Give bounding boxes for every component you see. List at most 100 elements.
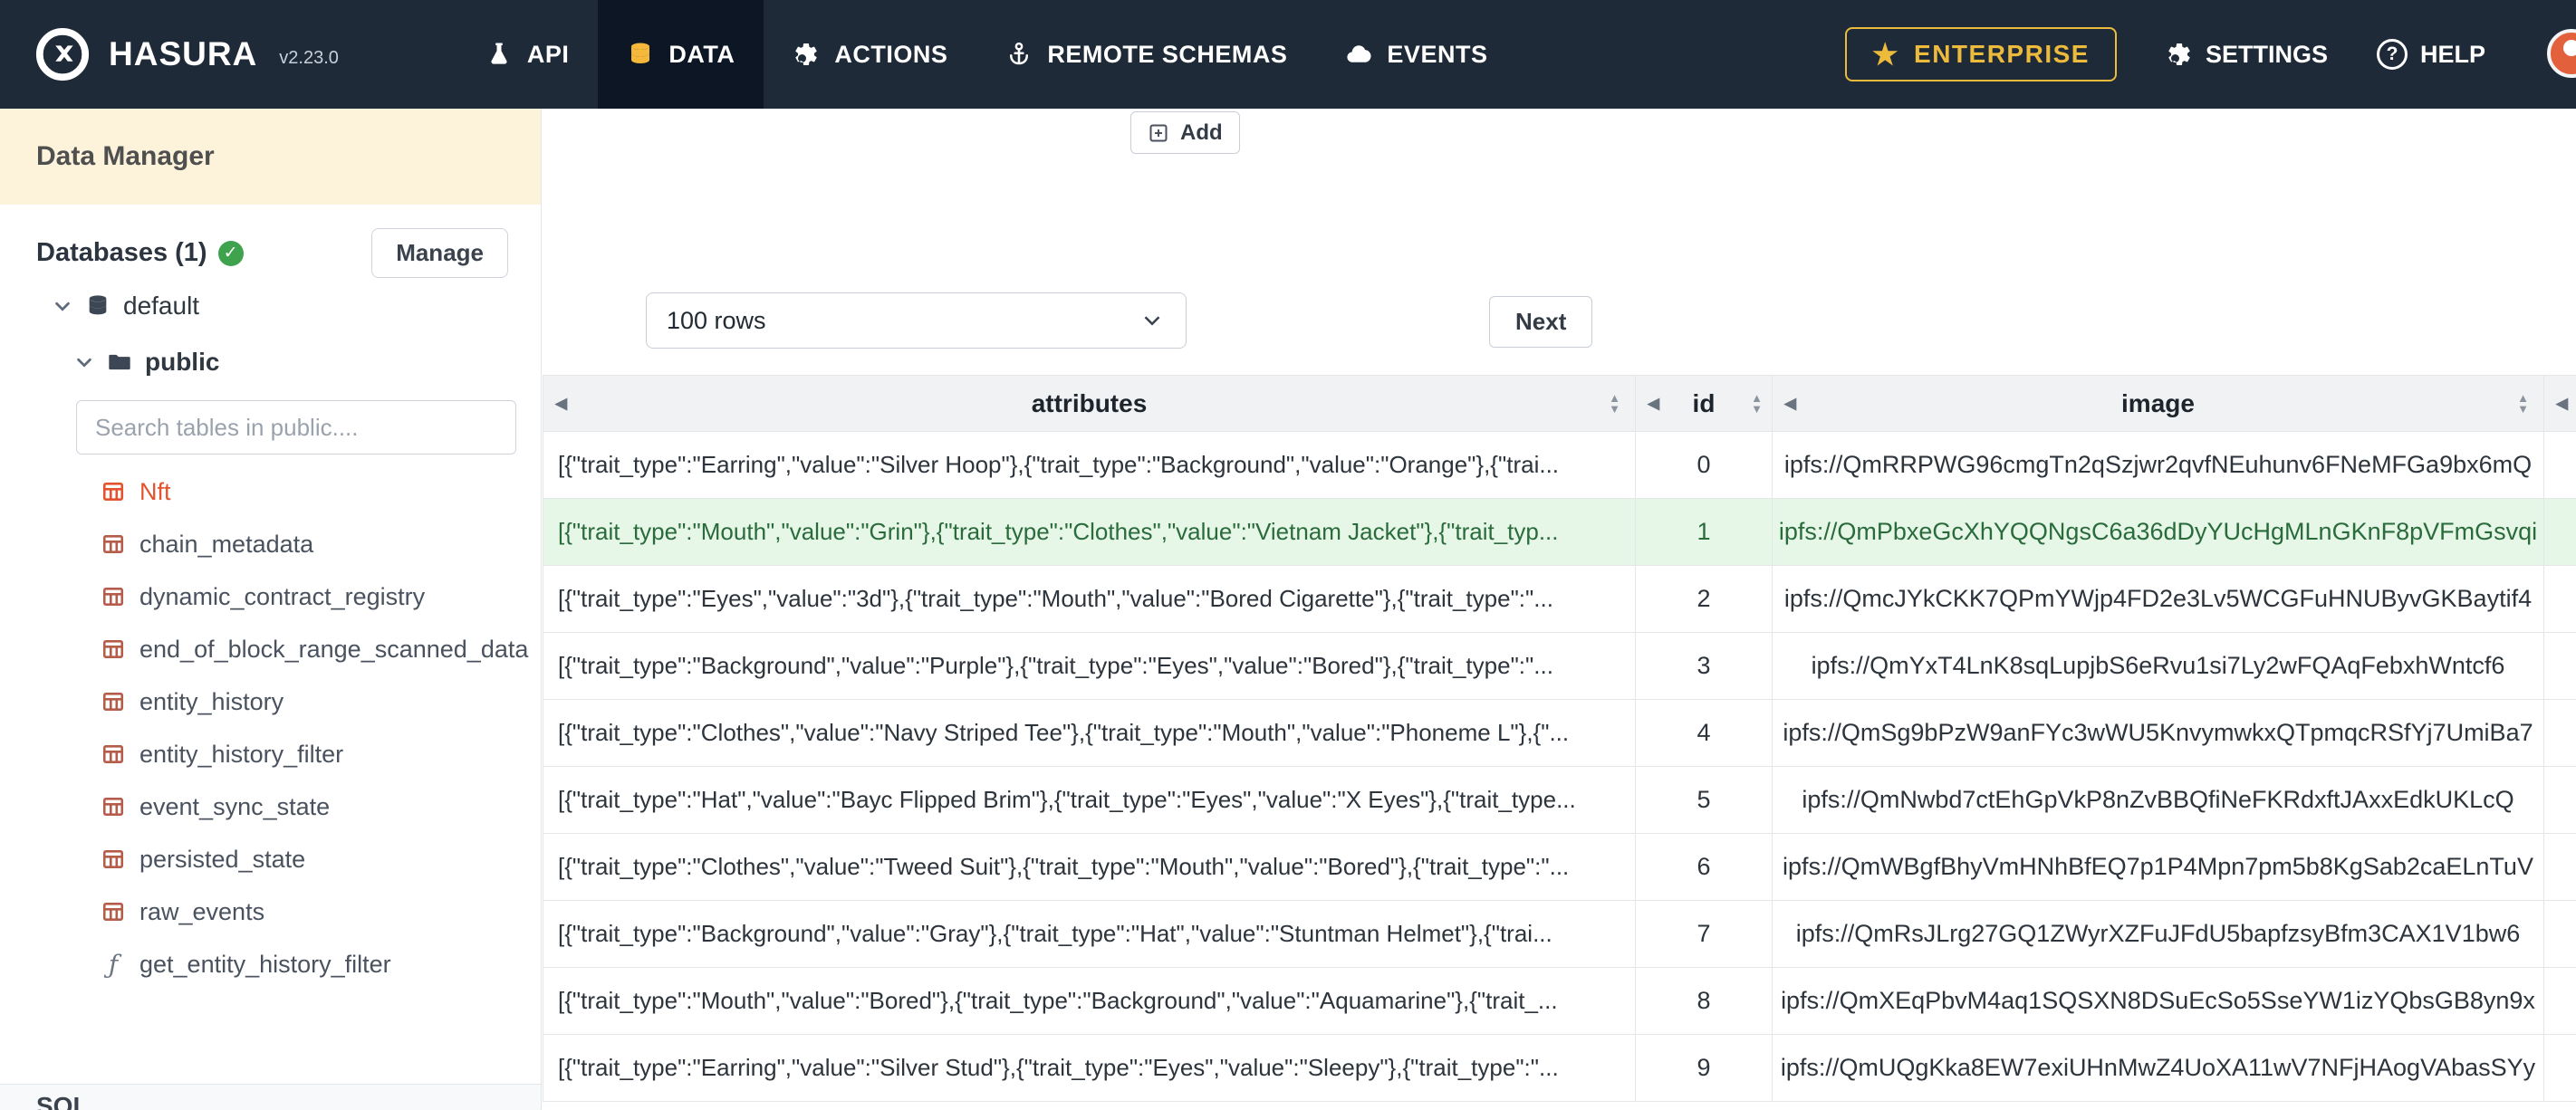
hasura-brand[interactable]: HASURA v2.23.0 xyxy=(0,0,339,109)
table-row: [{"trait_type":"Background","value":"Gra… xyxy=(543,901,2576,968)
database-icon xyxy=(85,293,111,319)
collapse-left-icon[interactable]: ◀ xyxy=(1648,395,1659,413)
collapse-left-icon[interactable]: ◀ xyxy=(555,395,567,413)
cell-image: ipfs://QmRsJLrg27GQ1ZWyrXZFuJFdU5bapfzsy… xyxy=(1773,901,2544,968)
column-label: image xyxy=(2121,388,2195,417)
table-name: chain_metadata xyxy=(139,530,314,558)
cell-image: ipfs://QmXEqPbvM4aq1SQSXN8DSuEcSo5SseYW1… xyxy=(1773,968,2544,1035)
cell-partial xyxy=(2544,633,2576,700)
column-header-attributes[interactable]: ◀ attributes ▲ ▼ xyxy=(543,376,1636,432)
chevron-down-icon[interactable] xyxy=(53,296,72,316)
sql-section-link[interactable]: SQL xyxy=(36,1092,89,1110)
version-label: v2.23.0 xyxy=(279,47,339,68)
collapse-left-icon[interactable]: ◀ xyxy=(2556,395,2568,413)
sort-icon[interactable]: ▲ ▼ xyxy=(2517,392,2529,415)
cell-image: ipfs://QmNwbd7ctEhGpVkP8nZvBBQfiNeFKRdxf… xyxy=(1773,767,2544,834)
sidebar-function-get-entity-history-filter[interactable]: ƒ get_entity_history_filter xyxy=(0,938,541,990)
cell-attributes: [{"trait_type":"Background","value":"Pur… xyxy=(543,633,1636,700)
next-page-button[interactable]: Next xyxy=(1489,296,1593,348)
cell-id: 2 xyxy=(1636,566,1773,633)
table-name: Nft xyxy=(139,477,171,505)
nav-item-data[interactable]: DATA xyxy=(598,0,764,109)
cell-attributes: [{"trait_type":"Clothes","value":"Tweed … xyxy=(543,834,1636,901)
check-icon: ✓ xyxy=(217,240,244,266)
cell-partial xyxy=(2544,834,2576,901)
help-label: HELP xyxy=(2419,40,2485,68)
cell-image: ipfs://QmUQgKka8EW7exiUHnMwZ4UoXA11wV7NF… xyxy=(1773,1035,2544,1102)
data-grid: ◀ attributes ▲ ▼ ◀ id ▲ ▼ ◀ image ▲ ▼ ◀ [{"… xyxy=(543,375,2576,1102)
enterprise-button[interactable]: ★ ENTERPRISE xyxy=(1844,27,2117,81)
tree-node-public-schema[interactable]: public xyxy=(74,348,541,376)
sidebar-table-dynamic-contract-registry[interactable]: dynamic_contract_registry xyxy=(0,570,541,623)
sidebar-table-nft[interactable]: Nft xyxy=(0,465,541,518)
sidebar-bottom-section: SQL xyxy=(0,1084,541,1110)
table-icon xyxy=(101,690,125,713)
nav-item-actions[interactable]: ACTIONS xyxy=(764,0,976,109)
search-tables-input[interactable] xyxy=(76,400,516,455)
hasura-logo-icon xyxy=(34,26,91,82)
cell-attributes: [{"trait_type":"Background","value":"Gra… xyxy=(543,901,1636,968)
nav-item-label: API xyxy=(526,40,570,68)
cell-image: ipfs://QmWBgfBhyVmHNhBfEQ7p1P4Mpn7pm5b8K… xyxy=(1773,834,2544,901)
table-row: [{"trait_type":"Clothes","value":"Navy S… xyxy=(543,700,2576,767)
table-row: [{"trait_type":"Hat","value":"Bayc Flipp… xyxy=(543,767,2576,834)
table-icon xyxy=(101,585,125,608)
rows-select-value: 100 rows xyxy=(667,306,766,334)
sidebar-table-entity-history[interactable]: entity_history xyxy=(0,675,541,728)
help-button[interactable]: ? HELP xyxy=(2376,39,2485,70)
cell-partial xyxy=(2544,968,2576,1035)
cell-attributes: [{"trait_type":"Earring","value":"Silver… xyxy=(543,1035,1636,1102)
nav-item-label: ACTIONS xyxy=(834,40,948,68)
manage-button[interactable]: Manage xyxy=(371,228,508,278)
table-list: Nft chain_metadata dynamic_contract_regi… xyxy=(0,465,541,990)
column-header-image[interactable]: ◀ image ▲ ▼ xyxy=(1773,376,2544,432)
sidebar-table-end-of-block-range-scanned-data[interactable]: end_of_block_range_scanned_data xyxy=(0,623,541,675)
sidebar-title: Data Manager xyxy=(36,141,215,171)
sidebar-table-chain-metadata[interactable]: chain_metadata xyxy=(0,518,541,570)
cell-partial xyxy=(2544,700,2576,767)
sort-icon[interactable]: ▲ ▼ xyxy=(1751,392,1763,415)
collapse-left-icon[interactable]: ◀ xyxy=(1784,395,1796,413)
settings-button[interactable]: SETTINGS xyxy=(2166,41,2328,69)
sidebar-table-persisted-state[interactable]: persisted_state xyxy=(0,833,541,885)
table-name: entity_history_filter xyxy=(139,740,344,768)
cell-id: 3 xyxy=(1636,633,1773,700)
databases-label: Databases (1) xyxy=(36,238,207,267)
sidebar-table-raw-events[interactable]: raw_events xyxy=(0,885,541,938)
rows-per-page-select[interactable]: 100 rows xyxy=(646,292,1187,349)
cell-image: ipfs://QmYxT4LnK8sqLupjbS6eRvu1si7Ly2wFQ… xyxy=(1773,633,2544,700)
cloud-icon xyxy=(1345,41,1372,68)
table-icon xyxy=(101,480,125,503)
nav-item-events[interactable]: EVENTS xyxy=(1316,0,1516,109)
sidebar-table-entity-history-filter[interactable]: entity_history_filter xyxy=(0,728,541,780)
nav-item-label: DATA xyxy=(668,40,735,68)
sort-icon[interactable]: ▲ ▼ xyxy=(1609,392,1620,415)
tree-node-default-database[interactable]: default xyxy=(53,292,541,320)
add-button-label: Add xyxy=(1180,120,1223,145)
cell-id: 0 xyxy=(1636,432,1773,499)
table-name: dynamic_contract_registry xyxy=(139,582,426,610)
database-icon xyxy=(627,41,654,68)
settings-label: SETTINGS xyxy=(2205,40,2328,68)
cell-id: 4 xyxy=(1636,700,1773,767)
cell-id: 8 xyxy=(1636,968,1773,1035)
table-row: [{"trait_type":"Clothes","value":"Tweed … xyxy=(543,834,2576,901)
cell-id: 7 xyxy=(1636,901,1773,968)
data-manager-header: Data Manager xyxy=(0,109,541,205)
cell-image: ipfs://QmRRPWG96cmgTn2qSzjwr2qvfNEuhunv6… xyxy=(1773,432,2544,499)
nav-item-remote-schemas[interactable]: REMOTE SCHEMAS xyxy=(976,0,1316,109)
table-row: [{"trait_type":"Earring","value":"Silver… xyxy=(543,1035,2576,1102)
column-header-id[interactable]: ◀ id ▲ ▼ xyxy=(1636,376,1773,432)
brand-name: HASURA xyxy=(109,35,258,72)
data-sidebar: Data Manager Databases (1) ✓ Manage defa… xyxy=(0,109,542,1110)
cell-partial xyxy=(2544,1035,2576,1102)
cell-partial xyxy=(2544,566,2576,633)
column-header-partial[interactable]: ◀ xyxy=(2544,376,2576,432)
sidebar-table-event-sync-state[interactable]: event_sync_state xyxy=(0,780,541,833)
chevron-down-icon[interactable] xyxy=(74,352,94,372)
add-row-button[interactable]: Add xyxy=(1130,111,1240,154)
user-avatar-icon[interactable] xyxy=(2540,0,2576,109)
table-name: raw_events xyxy=(139,897,265,925)
table-row: [{"trait_type":"Eyes","value":"3d"},{"tr… xyxy=(543,566,2576,633)
nav-item-api[interactable]: API xyxy=(457,0,599,109)
